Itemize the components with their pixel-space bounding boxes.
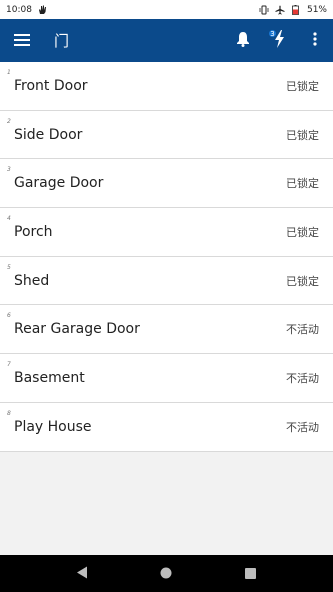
alerts-button[interactable]: 3 [261,19,297,62]
door-row[interactable]: 2 Side Door 已锁定 [0,111,333,160]
door-status: 已锁定 [286,177,319,191]
door-status: 不活动 [286,420,319,434]
notifications-button[interactable] [225,19,261,62]
door-index: 2 [7,117,11,125]
door-status: 不活动 [286,323,319,337]
door-name: Basement [14,369,85,386]
home-button[interactable] [151,559,181,589]
page-title: 门 [54,32,70,50]
door-index: 5 [7,263,11,271]
door-status: 已锁定 [286,128,319,142]
status-time: 10:08 [6,4,32,15]
door-status: 不活动 [286,371,319,385]
menu-icon [14,31,30,50]
door-row[interactable]: 6 Rear Garage Door 不活动 [0,305,333,355]
menu-button[interactable] [0,19,44,62]
recents-button[interactable] [236,559,266,589]
door-status: 已锁定 [286,225,319,239]
battery-icon [291,4,301,15]
more-vert-icon [313,31,317,50]
app-bar: 门 3 [0,19,333,62]
back-button[interactable] [67,559,97,589]
hand-icon [38,5,48,15]
door-status: 已锁定 [286,274,319,288]
back-icon [76,564,88,583]
door-name: Porch [14,223,53,240]
door-index: 3 [7,166,11,174]
door-name: Front Door [14,77,88,94]
door-row[interactable]: 4 Porch 已锁定 [0,208,333,257]
vibrate-icon [259,5,269,15]
door-name: Shed [14,272,50,289]
door-row[interactable]: 1 Front Door 已锁定 [0,62,333,111]
door-index: 4 [7,215,11,223]
battery-percent: 51% [306,4,327,15]
door-index: 7 [7,361,11,369]
alerts-badge: 3 [268,29,277,38]
recents-icon [245,564,257,583]
system-nav-bar [0,555,333,592]
bell-icon [236,31,250,51]
more-options-button[interactable] [297,19,333,62]
door-list: 1 Front Door 已锁定 2 Side Door 已锁定 3 Garag… [0,62,333,452]
door-name: Rear Garage Door [14,321,140,338]
door-status: 已锁定 [286,79,319,93]
door-index: 8 [7,409,11,417]
door-row[interactable]: 8 Play House 不活动 [0,403,333,452]
door-row[interactable]: 7 Basement 不活动 [0,354,333,403]
home-icon [160,564,172,583]
door-name: Side Door [14,126,83,143]
door-row[interactable]: 5 Shed 已锁定 [0,257,333,306]
door-index: 1 [7,69,11,76]
door-name: Garage Door [14,175,104,192]
status-bar: 10:08 51% [0,0,333,19]
door-row[interactable]: 3 Garage Door 已锁定 [0,159,333,209]
airplane-icon [275,5,285,15]
door-name: Play House [14,418,92,435]
door-index: 6 [7,312,11,320]
